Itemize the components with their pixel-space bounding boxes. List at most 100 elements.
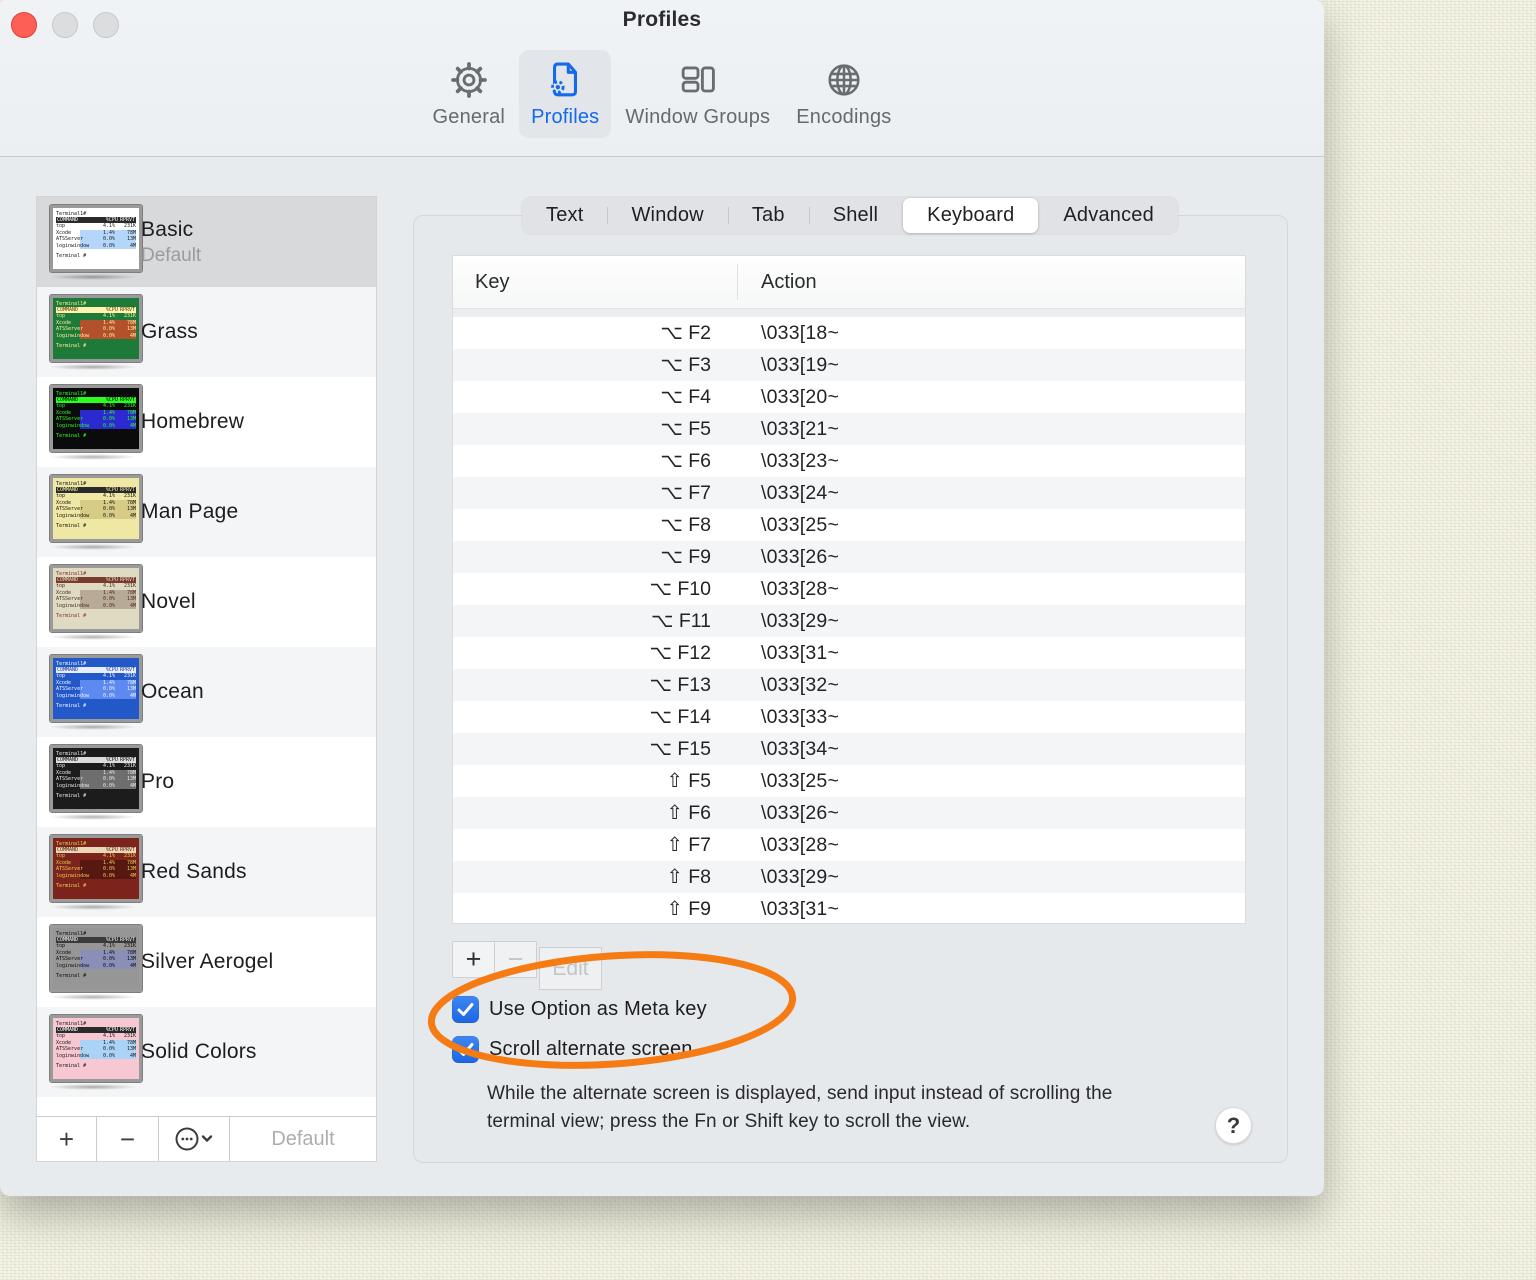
tab-window[interactable]: Window	[607, 197, 727, 234]
table-row[interactable]: ⌥ F13 \033[32~	[453, 669, 1245, 701]
profile-list-item[interactable]: Terminal1# COMMAND %CPU RPRVT top 4.1% 231K Xco…	[37, 197, 376, 287]
remove-profile-button[interactable]: −	[97, 1117, 159, 1161]
profile-thumbnail: Terminal1# COMMAND %CPU RPRVT top 4.1% 231K Xco…	[37, 833, 143, 910]
profile-thumbnail: Terminal1# COMMAND %CPU RPRVT top 4.1% 231K Xco…	[37, 473, 143, 550]
table-row[interactable]: ⇧ F6 \033[26~	[453, 797, 1245, 829]
toolbar-item-window-groups[interactable]: Window Groups	[613, 50, 782, 138]
action-cell: \033[24~	[761, 481, 840, 504]
profile-list-item[interactable]: Terminal1# COMMAND %CPU RPRVT top 4.1% 231K Xco…	[37, 557, 376, 647]
profile-tabs: Text Window Tab Shell Keyboard Advanced	[522, 197, 1178, 234]
table-row[interactable]: ⌥ F7 \033[24~	[453, 477, 1245, 509]
keyboard-shortcut-table[interactable]: Key Action ⌥ F2 \033[18~ ⌥ F3 \033[19~ ⌥…	[452, 255, 1246, 924]
table-row[interactable]: ⌥ F5 \033[21~	[453, 413, 1245, 445]
table-row[interactable]: ⌥ F9 \033[26~	[453, 541, 1245, 573]
profile-thumbnail: Terminal1# COMMAND %CPU RPRVT top 4.1% 231K Xco…	[37, 923, 143, 1000]
profile-thumbnail: Terminal1# COMMAND %CPU RPRVT top 4.1% 231K Xco…	[37, 743, 143, 820]
key-cell: ⌥ F2	[660, 322, 711, 344]
option-row-use-option-as-meta: Use Option as Meta key	[452, 996, 707, 1023]
profile-name: Pro	[141, 770, 175, 793]
table-row[interactable]: ⌥ F14 \033[33~	[453, 701, 1245, 733]
checkmark-icon	[457, 1043, 474, 1056]
add-key-button[interactable]: +	[452, 941, 495, 978]
key-cell: ⌥ F5	[660, 418, 711, 440]
profile-list-item[interactable]: Terminal1# COMMAND %CPU RPRVT top 4.1% 231K Xco…	[37, 287, 376, 377]
key-cell: ⌥ F14	[649, 706, 712, 728]
toolbar-label-profiles: Profiles	[531, 106, 600, 128]
table-row[interactable]: ⌥ F8 \033[25~	[453, 509, 1245, 541]
profile-thumbnail: Terminal1# COMMAND %CPU RPRVT top 4.1% 231K Xco…	[37, 203, 143, 280]
key-cell: ⇧ F6	[666, 802, 711, 824]
ellipsis-circle-chevron-icon	[175, 1127, 213, 1151]
table-row[interactable]: ⌥ F6 \033[23~	[453, 445, 1245, 477]
use-option-as-meta-checkbox[interactable]	[452, 996, 479, 1023]
action-cell: \033[26~	[761, 545, 840, 568]
profile-list-item[interactable]: Terminal1# COMMAND %CPU RPRVT top 4.1% 231K Xco…	[37, 737, 376, 827]
help-button[interactable]: ?	[1215, 1107, 1252, 1144]
more-options-button[interactable]	[159, 1117, 230, 1161]
table-row[interactable]: ⌥ F11 \033[29~	[453, 605, 1245, 637]
toolbar-item-profiles[interactable]: Profiles	[519, 50, 612, 138]
scroll-alternate-help-text: While the alternate screen is displayed,…	[487, 1083, 1113, 1132]
add-profile-button[interactable]: +	[37, 1117, 97, 1161]
thumbnail-shadow	[50, 633, 136, 640]
window-chrome: Profiles General Profiles Window Groups …	[0, 0, 1324, 157]
key-cell: ⇧ F8	[666, 866, 711, 888]
key-cell: ⌥ F12	[649, 642, 712, 664]
table-body: ⌥ F2 \033[18~ ⌥ F3 \033[19~ ⌥ F4 \033[20…	[453, 317, 1245, 923]
remove-key-button[interactable]: −	[494, 941, 537, 978]
checkmark-icon	[457, 1003, 474, 1016]
thumbnail-shadow	[50, 363, 136, 370]
set-default-button[interactable]: Default	[230, 1117, 376, 1161]
column-divider	[737, 264, 738, 300]
profile-name: Silver Aerogel	[141, 950, 274, 973]
action-cell: \033[31~	[761, 641, 840, 664]
profile-list: Terminal1# COMMAND %CPU RPRVT top 4.1% 231K Xco…	[37, 197, 376, 1116]
table-row[interactable]: ⇧ F9 \033[31~	[453, 893, 1245, 923]
table-row[interactable]: ⌥ F4 \033[20~	[453, 381, 1245, 413]
table-row[interactable]: ⇧ F8 \033[29~	[453, 861, 1245, 893]
tab-advanced[interactable]: Advanced	[1039, 197, 1178, 234]
table-row[interactable]: ⌥ F10 \033[28~	[453, 573, 1245, 605]
table-row[interactable]: ⌥ F15 \033[34~	[453, 733, 1245, 765]
thumbnail-shadow	[50, 903, 136, 910]
toolbar-item-general[interactable]: General	[421, 50, 518, 138]
profile-name: Novel	[141, 590, 196, 613]
action-cell: \033[25~	[761, 769, 840, 792]
key-cell: ⌥ F10	[649, 578, 712, 600]
tab-shell[interactable]: Shell	[808, 197, 902, 234]
profile-list-item[interactable]: Terminal1# COMMAND %CPU RPRVT top 4.1% 231K Xco…	[37, 467, 376, 557]
key-cell: ⌥ F3	[660, 354, 711, 376]
table-row[interactable]: ⇧ F7 \033[28~	[453, 829, 1245, 861]
profile-name: Red Sands	[141, 860, 247, 883]
toolbar-item-encodings[interactable]: Encodings	[784, 50, 903, 138]
profile-name: Solid Colors	[141, 1040, 257, 1063]
profile-list-item[interactable]: Terminal1# COMMAND %CPU RPRVT top 4.1% 231K Xco…	[37, 917, 376, 1007]
tab-tab[interactable]: Tab	[727, 197, 809, 234]
profile-list-item[interactable]: Terminal1# COMMAND %CPU RPRVT top 4.1% 231K Xco…	[37, 377, 376, 467]
table-row[interactable]: ⇧ F5 \033[25~	[453, 765, 1245, 797]
profile-list-item[interactable]: Terminal1# COMMAND %CPU RPRVT top 4.1% 231K Xco…	[37, 827, 376, 917]
key-cell: ⇧ F5	[666, 770, 711, 792]
key-cell: ⌥ F6	[660, 450, 711, 472]
scroll-alternate-screen-checkbox[interactable]	[452, 1036, 479, 1063]
column-header-action: Action	[761, 270, 817, 293]
edit-key-button[interactable]: Edit	[539, 947, 602, 990]
tab-keyboard[interactable]: Keyboard	[903, 198, 1039, 233]
action-cell: \033[18~	[761, 321, 840, 344]
window-title: Profiles	[622, 8, 702, 31]
profile-list-item[interactable]: Terminal1# COMMAND %CPU RPRVT top 4.1% 231K Xco…	[37, 647, 376, 737]
toolbar-label-general: General	[432, 106, 506, 128]
thumbnail-shadow	[50, 813, 136, 820]
table-row[interactable]: ⌥ F12 \033[31~	[453, 637, 1245, 669]
profile-thumbnail: Terminal1# COMMAND %CPU RPRVT top 4.1% 231K Xco…	[37, 293, 143, 370]
profile-subtitle: Default	[141, 244, 202, 266]
profile-list-item[interactable]: Terminal1# COMMAND %CPU RPRVT top 4.1% 231K Xco…	[37, 1007, 376, 1097]
key-cell: ⌥ F11	[650, 610, 711, 632]
table-row[interactable]: ⌥ F3 \033[19~	[453, 349, 1245, 381]
table-row[interactable]: ⌥ F2 \033[18~	[453, 317, 1245, 349]
profile-name: Grass	[141, 320, 199, 343]
tab-text[interactable]: Text	[522, 197, 607, 234]
key-cell: ⌥ F13	[649, 674, 712, 696]
globe-icon	[828, 64, 860, 96]
action-cell: \033[28~	[761, 577, 840, 600]
